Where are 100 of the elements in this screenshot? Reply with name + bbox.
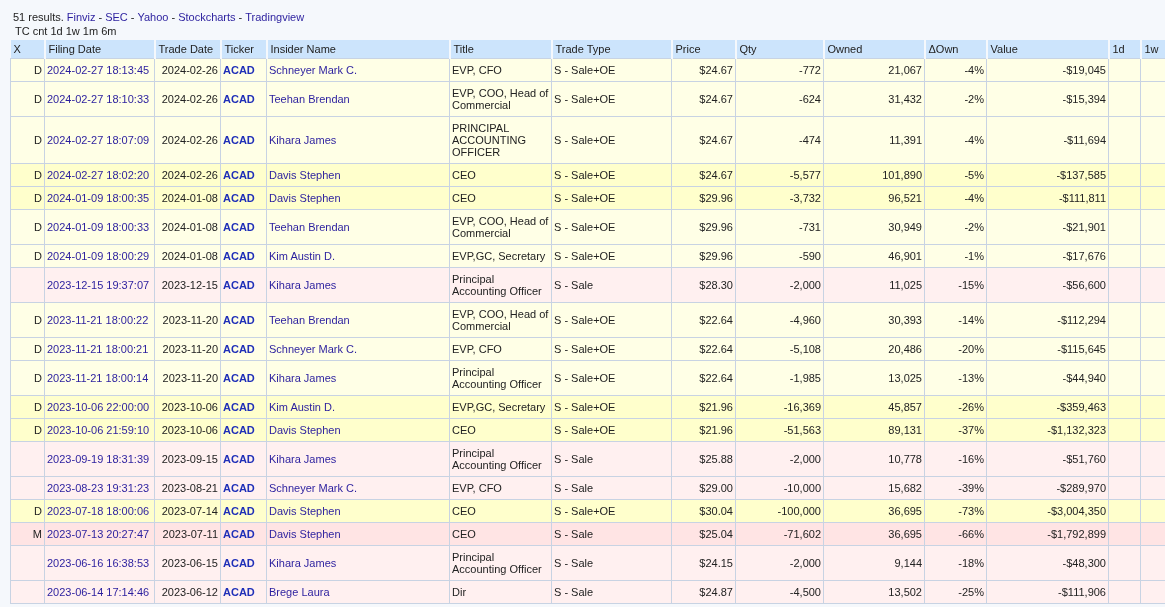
trade-type: S - Sale+OE (551, 244, 672, 268)
insider-type-code: D (10, 302, 45, 338)
filing-date-link[interactable]: 2024-02-27 18:02:20 (44, 163, 155, 187)
insider-type-code: M (10, 522, 45, 546)
filing-date-link[interactable]: 2023-06-14 17:14:46 (44, 580, 155, 604)
insider-name-link[interactable]: Schneyer Mark C. (266, 58, 450, 82)
insider-title: EVP, COO, Head of Commercial (449, 209, 552, 245)
insider-name-link[interactable]: Teehan Brendan (266, 209, 450, 245)
shares-owned: 30,949 (823, 209, 925, 245)
insider-name-link[interactable]: Teehan Brendan (266, 81, 450, 117)
column-header[interactable]: ΔOwn (924, 40, 987, 59)
shares-owned: 13,025 (823, 360, 925, 396)
column-header[interactable]: Trade Type (551, 40, 672, 59)
filing-date-link[interactable]: 2023-06-16 16:38:53 (44, 545, 155, 581)
insider-name-link[interactable]: Davis Stephen (266, 163, 450, 187)
filing-date-link[interactable]: 2024-02-27 18:13:45 (44, 58, 155, 82)
insider-name-link[interactable]: Kihara James (266, 545, 450, 581)
insider-title: Principal Accounting Officer (449, 360, 552, 396)
source-link[interactable]: Tradingview (245, 11, 305, 23)
ticker-link[interactable]: ACAD (220, 186, 267, 210)
source-link[interactable]: Yahoo (137, 11, 169, 23)
filter-options-text: TC cnt 1d 1w 1m 6m (15, 25, 117, 37)
ticker-link[interactable]: ACAD (220, 244, 267, 268)
ticker-link[interactable]: ACAD (220, 441, 267, 477)
ticker-link[interactable]: ACAD (220, 302, 267, 338)
filing-date-link[interactable]: 2024-01-09 18:00:35 (44, 186, 155, 210)
insider-name-link[interactable]: Kim Austin D. (266, 395, 450, 419)
filing-date-link[interactable]: 2023-08-23 19:31:23 (44, 476, 155, 500)
ownership-change: -25% (924, 580, 987, 604)
ticker-link[interactable]: ACAD (220, 499, 267, 523)
ticker-link[interactable]: ACAD (220, 476, 267, 500)
insider-name-link[interactable]: Kihara James (266, 267, 450, 303)
filing-date-link[interactable]: 2023-07-13 20:27:47 (44, 522, 155, 546)
source-link[interactable]: Stockcharts (178, 11, 236, 23)
ticker-link[interactable]: ACAD (220, 522, 267, 546)
ticker-link[interactable]: ACAD (220, 545, 267, 581)
filing-date-link[interactable]: 2023-11-21 18:00:14 (44, 360, 155, 396)
ticker-link[interactable]: ACAD (220, 337, 267, 361)
filing-date-link[interactable]: 2023-07-18 18:00:06 (44, 499, 155, 523)
ticker-link[interactable]: ACAD (220, 395, 267, 419)
column-header[interactable]: Price (671, 40, 736, 59)
insider-name-link[interactable]: Teehan Brendan (266, 302, 450, 338)
insider-name-link[interactable]: Davis Stephen (266, 418, 450, 442)
trade-value: -$115,645 (986, 337, 1109, 361)
column-header[interactable]: Value (986, 40, 1109, 59)
column-header[interactable]: Filing Date (44, 40, 155, 59)
ticker-link[interactable]: ACAD (220, 58, 267, 82)
quantity: -1,985 (735, 360, 824, 396)
insider-name-link[interactable]: Davis Stephen (266, 499, 450, 523)
column-header[interactable]: 1w (1140, 40, 1165, 59)
ticker-link[interactable]: ACAD (220, 116, 267, 164)
filing-date-link[interactable]: 2023-09-19 18:31:39 (44, 441, 155, 477)
trade-date: 2023-06-15 (154, 545, 221, 581)
insider-name-link[interactable]: Kihara James (266, 441, 450, 477)
column-header[interactable]: Trade Date (154, 40, 221, 59)
filing-date-link[interactable]: 2023-12-15 19:37:07 (44, 267, 155, 303)
ticker-link[interactable]: ACAD (220, 267, 267, 303)
insider-name-link[interactable]: Kihara James (266, 116, 450, 164)
price: $21.96 (671, 395, 736, 419)
source-link[interactable]: SEC (105, 11, 128, 23)
filing-date-link[interactable]: 2024-02-27 18:07:09 (44, 116, 155, 164)
column-header[interactable]: Owned (823, 40, 925, 59)
insider-name-link[interactable]: Schneyer Mark C. (266, 476, 450, 500)
column-header[interactable]: X (10, 40, 45, 59)
insider-name-link[interactable]: Davis Stephen (266, 186, 450, 210)
ticker-link[interactable]: ACAD (220, 209, 267, 245)
trade-value: -$17,676 (986, 244, 1109, 268)
filing-date-link[interactable]: 2023-10-06 21:59:10 (44, 418, 155, 442)
insider-name-link[interactable]: Brege Laura (266, 580, 450, 604)
ticker-link[interactable]: ACAD (220, 418, 267, 442)
column-header[interactable]: Title (449, 40, 552, 59)
column-header[interactable]: Ticker (220, 40, 267, 59)
filing-date-link[interactable]: 2024-02-27 18:10:33 (44, 81, 155, 117)
trade-date: 2023-06-12 (154, 580, 221, 604)
insider-name-link[interactable]: Kihara James (266, 360, 450, 396)
filing-date-link[interactable]: 2023-11-21 18:00:21 (44, 337, 155, 361)
price: $29.00 (671, 476, 736, 500)
filing-date-link[interactable]: 2024-01-09 18:00:29 (44, 244, 155, 268)
insider-name-link[interactable]: Davis Stephen (266, 522, 450, 546)
ticker-link[interactable]: ACAD (220, 81, 267, 117)
filing-date-link[interactable]: 2024-01-09 18:00:33 (44, 209, 155, 245)
insider-name-link[interactable]: Kim Austin D. (266, 244, 450, 268)
filing-date-link[interactable]: 2023-10-06 22:00:00 (44, 395, 155, 419)
trade-date: 2023-08-21 (154, 476, 221, 500)
source-link[interactable]: Finviz (66, 11, 96, 23)
ticker-link[interactable]: ACAD (220, 360, 267, 396)
price: $24.67 (671, 58, 736, 82)
column-header[interactable]: Qty (735, 40, 824, 59)
column-header[interactable]: Insider Name (266, 40, 450, 59)
ticker-link[interactable]: ACAD (220, 580, 267, 604)
shares-owned: 9,144 (823, 545, 925, 581)
insider-title: CEO (449, 163, 552, 187)
column-header[interactable]: 1d (1108, 40, 1141, 59)
quantity: -474 (735, 116, 824, 164)
trade-type: S - Sale+OE (551, 58, 672, 82)
filing-date-link[interactable]: 2023-11-21 18:00:22 (44, 302, 155, 338)
insider-title: EVP, COO, Head of Commercial (449, 302, 552, 338)
insider-name-link[interactable]: Schneyer Mark C. (266, 337, 450, 361)
insider-title: CEO (449, 418, 552, 442)
ticker-link[interactable]: ACAD (220, 163, 267, 187)
